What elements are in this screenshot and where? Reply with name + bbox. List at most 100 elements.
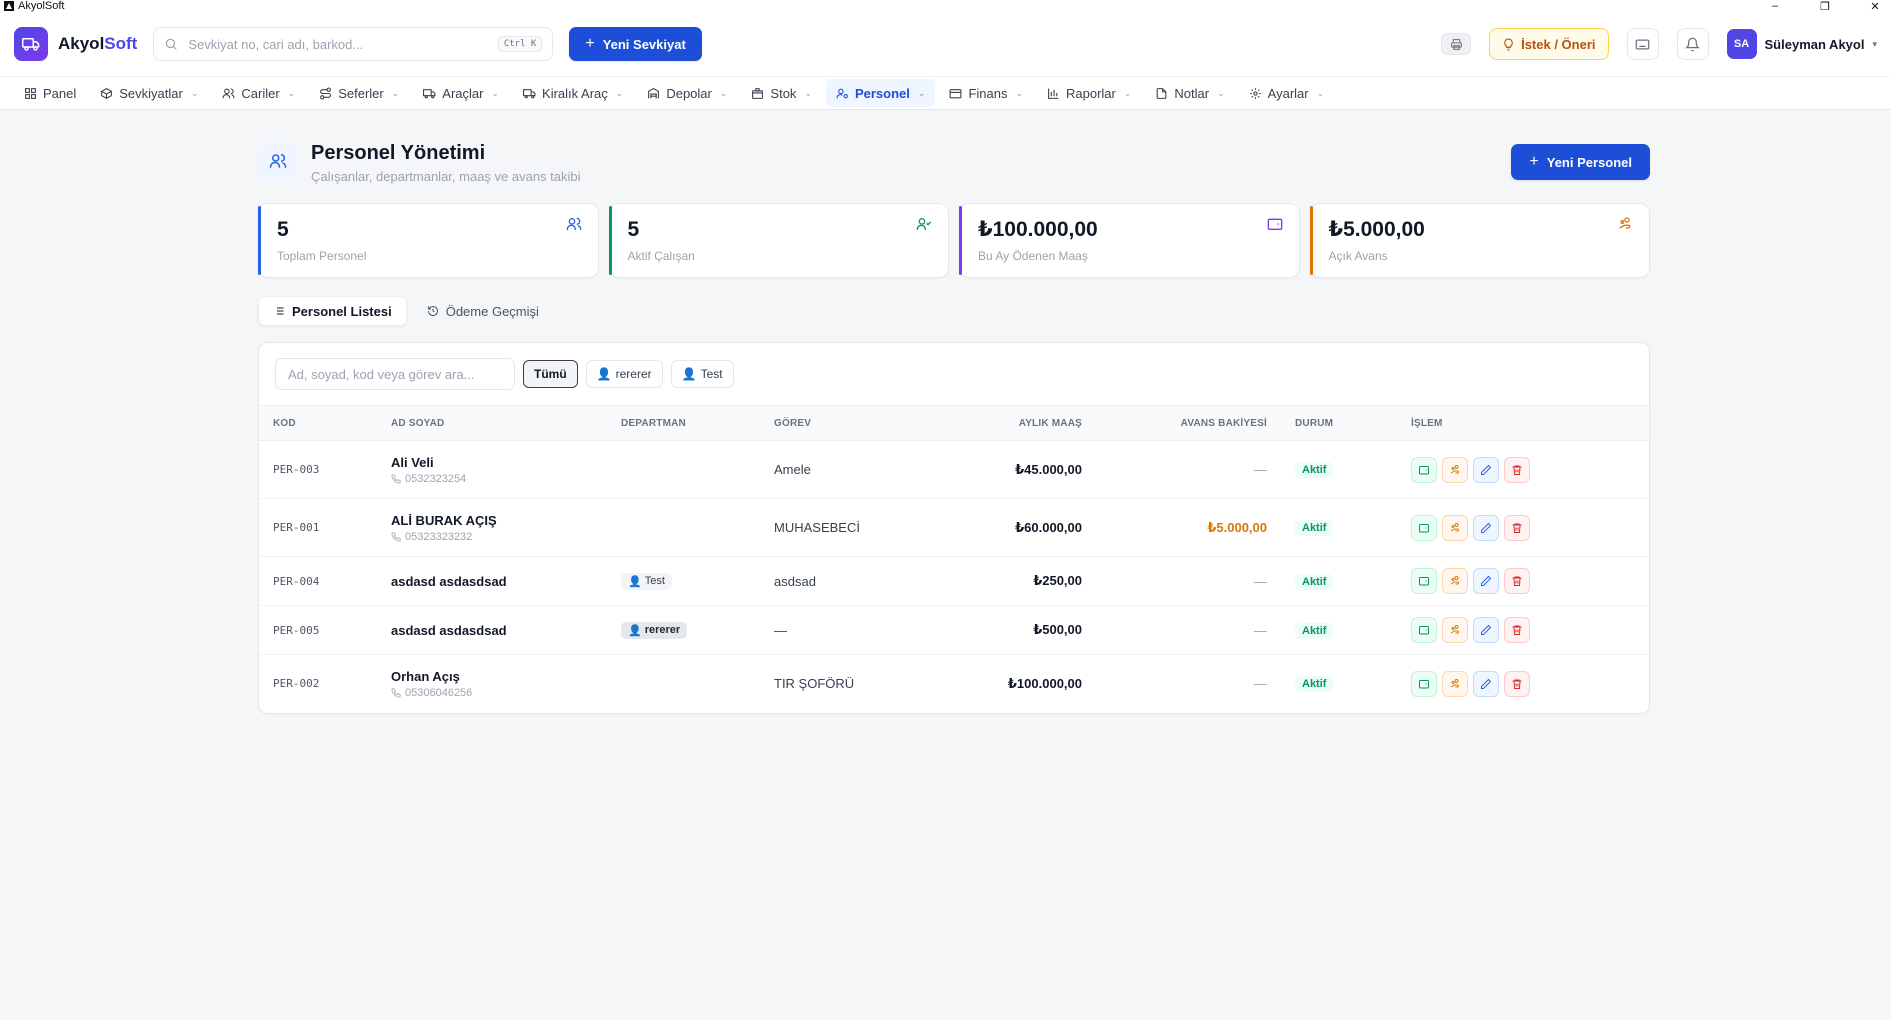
cell-name: Ali Veli 0532323254 [377, 440, 607, 499]
pay-salary-button[interactable] [1411, 514, 1437, 541]
give-advance-button[interactable] [1442, 670, 1468, 697]
close-icon[interactable]: ✕ [1869, 0, 1881, 13]
nav-label: Panel [43, 85, 77, 101]
column-header-salary[interactable]: AYLIK MAAŞ [913, 405, 1096, 441]
cell-role: — [760, 605, 913, 655]
table-row[interactable]: PER-002 Orhan Açış 05306046256 TIR ŞOFÖR… [259, 655, 1649, 713]
suggestion-label: İstek / Öneri [1521, 36, 1596, 52]
keyboard-icon [1635, 39, 1650, 49]
nav-item-sevkiyatlar[interactable]: Sevkiyatlar ⌄ [90, 79, 208, 107]
nav-label: Depolar [666, 85, 712, 101]
cell-role: Amele [760, 440, 913, 499]
nav-label: Stok [770, 85, 797, 101]
stat-label: Açık Avans [1328, 249, 1388, 263]
give-advance-button[interactable] [1442, 617, 1468, 643]
stats-row: 5 Toplam Personel 5 Aktif Çalışan ₺100.0… [258, 203, 1650, 278]
phone-number: 05323323232 [405, 530, 473, 543]
nav-item-kiralik-arac[interactable]: Kiralık Araç ⌄ [513, 79, 633, 107]
delete-button[interactable] [1504, 568, 1530, 594]
history-icon [427, 306, 438, 316]
nav-item-personel[interactable]: Personel ⌄ [825, 79, 936, 107]
cell-advance: ₺5.000,00 [1096, 498, 1281, 557]
delete-button[interactable] [1504, 617, 1530, 643]
new-personnel-button[interactable]: + Yeni Personel [1511, 144, 1650, 180]
cell-status: Aktif [1281, 440, 1397, 499]
pay-salary-button[interactable] [1411, 670, 1437, 697]
wallet-icon [1419, 626, 1429, 635]
edit-button[interactable] [1473, 670, 1499, 697]
restore-icon[interactable]: ❐ [1819, 0, 1831, 13]
table-row[interactable]: PER-003 Ali Veli 0532323254 Amele ₺45.00… [259, 440, 1649, 499]
keyboard-button[interactable] [1626, 28, 1659, 60]
nav-item-cariler[interactable]: Cariler ⌄ [212, 79, 305, 107]
delete-button[interactable] [1504, 514, 1530, 541]
route-icon [320, 87, 332, 99]
tab-payment-history[interactable]: Ödeme Geçmişi [413, 296, 553, 326]
app-logo-icon [4, 1, 14, 11]
cell-code: PER-004 [259, 556, 377, 606]
nav-item-notlar[interactable]: Notlar ⌄ [1145, 79, 1234, 107]
chevron-down-icon: ⌄ [491, 87, 500, 98]
nav-item-stok[interactable]: Stok ⌄ [741, 79, 822, 107]
pencil-icon [1481, 464, 1492, 475]
chevron-down-icon: ⌄ [287, 87, 296, 98]
table-row[interactable]: PER-004 asdasd asdasdsad 👤 Test asdsad ₺2… [259, 556, 1649, 606]
personnel-phone: 0532323254 [391, 473, 593, 485]
nav-label: Kiralık Araç [542, 85, 608, 101]
cell-status: Aktif [1281, 498, 1397, 557]
nav-item-finans[interactable]: Finans ⌄ [939, 79, 1033, 107]
minimize-icon[interactable]: – [1769, 0, 1781, 13]
pay-salary-button[interactable] [1411, 456, 1437, 483]
cell-salary: ₺45.000,00 [913, 440, 1096, 499]
column-header-code[interactable]: KOD [259, 405, 377, 441]
filter-chip-all[interactable]: Tümü [523, 360, 578, 388]
notifications-button[interactable] [1676, 28, 1709, 60]
cell-advance: — [1096, 605, 1281, 655]
pay-salary-button[interactable] [1411, 617, 1437, 643]
brand[interactable]: AkyolSoft [14, 27, 137, 61]
pay-salary-button[interactable] [1411, 568, 1437, 594]
suggestion-button[interactable]: İstek / Öneri [1489, 28, 1609, 60]
row-actions [1411, 568, 1635, 594]
user-icon: 👤 [596, 367, 612, 381]
nav-item-seferler[interactable]: Seferler ⌄ [309, 79, 409, 107]
column-header-department[interactable]: DEPARTMAN [607, 405, 760, 441]
column-header-name[interactable]: AD SOYAD [377, 405, 607, 441]
nav-item-panel[interactable]: Panel [14, 79, 86, 107]
table-row[interactable]: PER-005 asdasd asdasdsad 👤 rererer — ₺500… [259, 605, 1649, 655]
advance-value: — [1254, 462, 1267, 477]
column-header-status[interactable]: DURUM [1281, 405, 1397, 441]
edit-button[interactable] [1473, 617, 1499, 643]
filter-chip-test[interactable]: 👤 Test [670, 360, 734, 388]
give-advance-button[interactable] [1442, 456, 1468, 483]
new-shipment-button[interactable]: + Yeni Sevkiyat [569, 27, 702, 61]
column-header-role[interactable]: GÖREV [760, 405, 913, 441]
user-menu[interactable]: SA Süleyman Akyol ▾ [1726, 29, 1877, 59]
cell-role: MUHASEBECİ [760, 498, 913, 557]
nav-item-araclar[interactable]: Araçlar ⌄ [413, 79, 509, 107]
bar-chart-icon [1048, 88, 1059, 99]
status-badge: Aktif [1295, 520, 1334, 536]
global-search[interactable]: Ctrl K [153, 27, 554, 61]
delete-button[interactable] [1504, 456, 1530, 483]
printer-button[interactable] [1441, 33, 1472, 55]
header-actions: İstek / Öneri SA Süleyman Akyol ▾ [1441, 28, 1877, 60]
edit-button[interactable] [1473, 568, 1499, 594]
phone-number: 0532323254 [405, 472, 467, 485]
nav-item-ayarlar[interactable]: Ayarlar ⌄ [1239, 79, 1335, 107]
phone-icon [391, 473, 401, 484]
column-header-advance[interactable]: AVANS BAKİYESİ [1096, 405, 1281, 441]
personnel-search-input[interactable] [275, 358, 515, 390]
global-search-input[interactable] [188, 36, 488, 52]
delete-button[interactable] [1504, 670, 1530, 697]
filter-chip-rererer[interactable]: 👤 rererer [585, 360, 663, 388]
edit-button[interactable] [1473, 514, 1499, 541]
page-title: Personel Yönetimi [311, 142, 486, 164]
nav-item-raporlar[interactable]: Raporlar ⌄ [1037, 79, 1141, 107]
table-row[interactable]: PER-001 ALİ BURAK AÇIŞ 05323323232 MUHAS… [259, 498, 1649, 557]
give-advance-button[interactable] [1442, 568, 1468, 594]
give-advance-button[interactable] [1442, 514, 1468, 541]
tab-personnel-list[interactable]: Personel Listesi [258, 296, 407, 326]
edit-button[interactable] [1473, 456, 1499, 483]
nav-item-depolar[interactable]: Depolar ⌄ [637, 79, 737, 107]
